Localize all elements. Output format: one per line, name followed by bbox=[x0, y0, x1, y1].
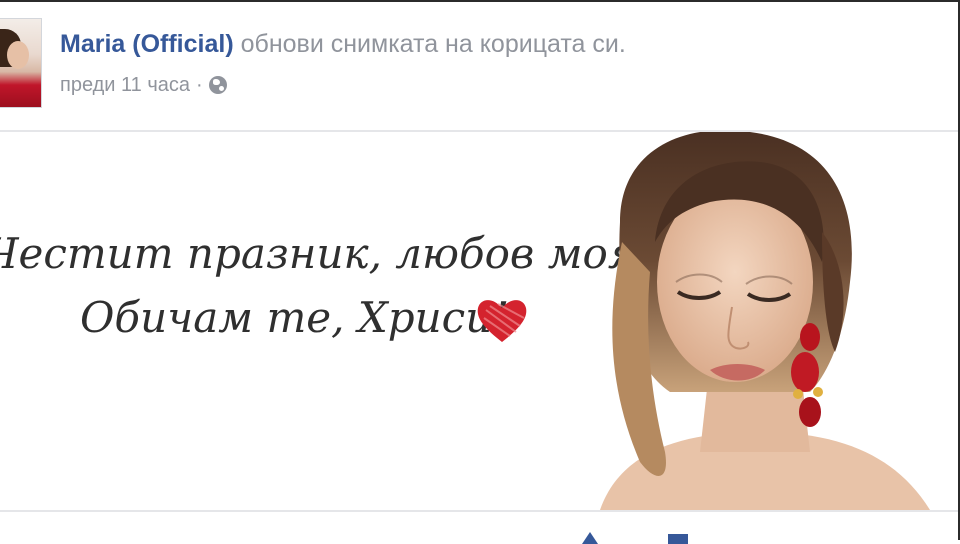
post-actions-bar bbox=[0, 510, 958, 544]
cover-portrait-image bbox=[600, 132, 930, 510]
post-timestamp-link[interactable]: преди 11 часа bbox=[60, 73, 190, 97]
post-action-text: обнови снимката на корицата си. bbox=[240, 30, 626, 58]
post-meta: преди 11 часа · bbox=[60, 73, 227, 97]
globe-icon[interactable] bbox=[208, 76, 227, 94]
cover-update-post: Maria (Official) обнови снимката на кори… bbox=[0, 0, 960, 544]
action-icons-partial bbox=[582, 532, 688, 544]
meta-separator: · bbox=[196, 74, 203, 96]
cover-caption-line-2: Обичам те, Хриси! bbox=[80, 293, 510, 342]
post-header: Maria (Official) обнови снимката на кори… bbox=[0, 2, 958, 130]
heart-icon bbox=[477, 300, 527, 342]
cover-photo[interactable]: Честит празник, любов моя... Обичам те, … bbox=[0, 132, 958, 510]
author-avatar[interactable] bbox=[0, 18, 42, 108]
avatar-face bbox=[7, 41, 29, 69]
post-headline: Maria (Official) обнови снимката на кори… bbox=[60, 29, 626, 59]
author-name-link[interactable]: Maria (Official) bbox=[60, 30, 234, 58]
